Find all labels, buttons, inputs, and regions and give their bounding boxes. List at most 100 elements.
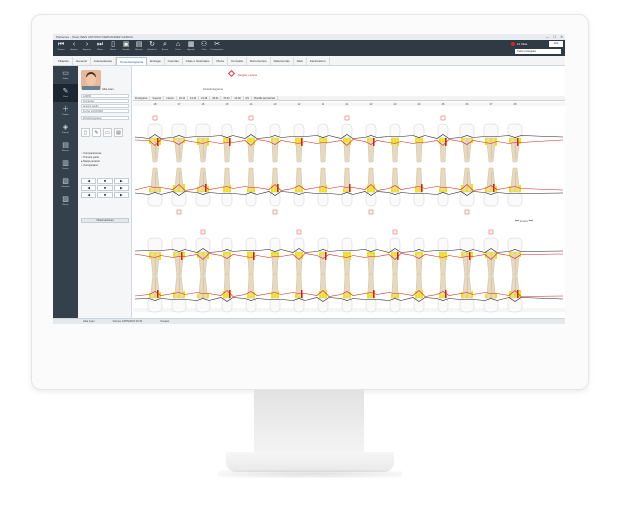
tooth-crown — [459, 297, 475, 313]
sidebar-item-4[interactable]: ▤ Docum. — [53, 138, 78, 156]
nav-button[interactable]: ■ — [97, 185, 113, 191]
subtab-6[interactable]: 38-34 — [210, 96, 222, 100]
pencil-icon[interactable]: ✎ — [92, 128, 101, 137]
tab-3[interactable]: Periodontograma — [116, 57, 148, 65]
pocket-depth-bar — [490, 189, 492, 192]
pocket-depth-bar — [322, 188, 324, 192]
workspace-field[interactable]: Todos protegidos — [515, 49, 561, 54]
tooth-crown — [507, 297, 523, 313]
periodontal-chart[interactable]: 1817161514131211212223242526272848474645… — [133, 102, 565, 314]
tooth-crown — [195, 123, 211, 139]
mode-box[interactable]: Cita — [549, 41, 563, 47]
pocket-depth-bar — [391, 294, 393, 298]
patient-field-id[interactable]: 123456 — [81, 94, 129, 98]
subtab-0[interactable]: Periograma — [133, 96, 151, 100]
bleeding-marker — [373, 290, 375, 298]
pocket-depth-bar — [370, 187, 372, 192]
doc-icon[interactable]: ▯ — [81, 128, 90, 137]
tab-7[interactable]: Pieza — [213, 57, 228, 65]
tab-2[interactable]: Antecedentes — [91, 57, 117, 65]
nav-button[interactable]: ◀ — [81, 192, 97, 198]
subtab-7[interactable]: 33-43 — [221, 96, 233, 100]
first-icon: ⏮ — [57, 41, 65, 48]
nav-button[interactable]: ■ — [97, 192, 113, 198]
pocket-depth-bar — [367, 252, 369, 257]
sidebar-item-1[interactable]: ✎ Perio — [53, 84, 78, 102]
patient-field-record[interactable]: Periodontograma — [81, 116, 129, 120]
tab-5[interactable]: Cuentas — [165, 57, 183, 65]
subtab-10[interactable]: Plantilla periodontal — [252, 96, 278, 100]
option-comparative[interactable]: ○ Comparativo — [81, 164, 101, 168]
observations-button[interactable]: Observaciones — [81, 218, 129, 223]
alerts-notice[interactable]: Alergias y avisos — [227, 69, 257, 78]
pen-icon: ✎ — [62, 88, 69, 95]
mobility-marker — [440, 115, 446, 121]
copy-icon[interactable]: ▭ — [103, 128, 112, 137]
bleeding-marker — [469, 252, 471, 260]
toolbar-button-9[interactable]: ⌂ Ficha — [172, 40, 184, 55]
tooth-crown — [365, 123, 377, 139]
toolbar-button-2[interactable]: › Siguiente — [81, 40, 93, 55]
nav-button[interactable]: ■ — [97, 178, 113, 184]
alert-label[interactable]: 12 Citas — [517, 42, 527, 46]
nav-button[interactable]: ▶ — [113, 178, 129, 184]
maximize-button[interactable]: ☐ — [553, 35, 556, 39]
patient-field-surname[interactable]: Fernández — [81, 99, 129, 103]
tab-10[interactable]: Referencias — [271, 57, 294, 65]
patient-field-date[interactable]: Fecha: 12/03/2018 — [81, 109, 129, 113]
tab-1[interactable]: General — [73, 57, 91, 65]
toolbar-button-12[interactable]: ✂ Presupuestos — [211, 40, 224, 55]
sidebar-item-6[interactable]: ▧ Informes — [53, 174, 78, 192]
toolbar-button-7[interactable]: ↻ Actualizar — [146, 40, 158, 55]
tab-8[interactable]: Consulta — [228, 57, 247, 65]
pocket-depth-bar — [343, 188, 345, 192]
subtab-8[interactable]: 44-48 — [232, 96, 244, 100]
monitor-stand-shadow — [218, 470, 402, 478]
monitor-stand-base — [226, 452, 394, 472]
toolbar-button-1[interactable]: ‹ Anterior — [68, 40, 80, 55]
toolbar-button-6[interactable]: ▤ Eliminar — [133, 40, 145, 55]
subtab-2[interactable]: Inferior — [164, 96, 177, 100]
status-bar: Alba Juan Viernes 18/05/2018 09:32 Usuar… — [53, 318, 565, 324]
tab-11[interactable]: Web — [294, 57, 307, 65]
status-datetime: Viernes 18/05/2018 09:32 — [112, 320, 143, 323]
subtab-9[interactable]: DS — [244, 96, 252, 100]
close-button[interactable]: ✕ — [560, 35, 563, 39]
tooth-crown — [147, 237, 163, 253]
toolbar-button-4[interactable]: ▯ Nuevo — [107, 40, 119, 55]
subtab-5[interactable]: 24-28 — [199, 96, 211, 100]
nav-button[interactable]: ▶ — [113, 185, 129, 191]
tooth-crown — [221, 237, 233, 253]
tab-0[interactable]: Filiación — [55, 57, 74, 65]
tooth-crown — [269, 191, 281, 207]
pocket-depth-bar — [274, 252, 276, 255]
toolbar-button-8[interactable]: ⌕ Buscar — [159, 40, 171, 55]
pocket-depth-bar — [394, 252, 396, 256]
pocket-depth-bar — [418, 188, 420, 192]
subtab-1[interactable]: Superior — [150, 96, 165, 100]
patient-field-name[interactable]: Antonio Jardín — [81, 104, 129, 108]
toolbar-button-3[interactable]: ⏭ Último — [94, 40, 106, 55]
toolbar-button-11[interactable]: ⚇ Citas — [198, 40, 210, 55]
tab-9[interactable]: Documentos — [247, 57, 271, 65]
minimize-button[interactable]: — — [546, 35, 549, 39]
tab-4[interactable]: Entrega — [147, 57, 165, 65]
sidebar-item-0[interactable]: ▭ Datos — [53, 66, 78, 84]
sidebar-item-7[interactable]: ▨ Borrar — [53, 192, 78, 210]
mobility-marker — [464, 209, 470, 215]
sidebar-item-2[interactable]: ＋ Tratam. — [53, 102, 78, 120]
toolbar-button-10[interactable]: ▦ Agenda — [185, 40, 197, 55]
nav-button[interactable]: ◀ — [81, 185, 97, 191]
sidebar-item-5[interactable]: ▥ Factur. — [53, 156, 78, 174]
toolbar-button-0[interactable]: ⏮ Primero — [55, 40, 67, 55]
nav-button[interactable]: ◀ — [81, 178, 97, 184]
toolbar-button-5[interactable]: ▣ Guardar — [120, 40, 132, 55]
sidebar-item-3[interactable]: ◈ Presup. — [53, 120, 78, 138]
subtab-3[interactable]: 18-14 — [177, 96, 188, 100]
toolbar-button-label: Siguiente — [82, 49, 92, 51]
tab-6[interactable]: Citas e historiales — [183, 57, 214, 65]
trash-icon[interactable]: ▤ — [114, 128, 123, 137]
tab-12[interactable]: Facturación — [307, 57, 330, 65]
subtab-4[interactable]: 13-23 — [188, 96, 200, 100]
nav-button[interactable]: ▶ — [113, 192, 129, 198]
